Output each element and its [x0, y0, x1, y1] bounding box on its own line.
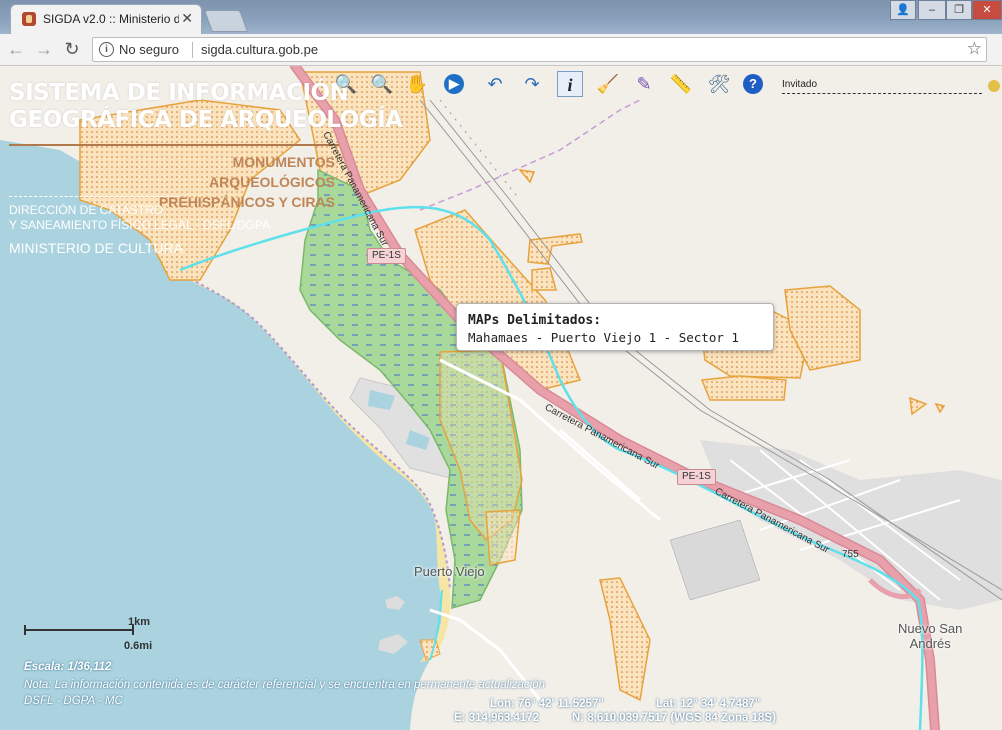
easting-readout: E: 314,963.4172: [454, 712, 540, 724]
help-icon[interactable]: ?: [743, 74, 763, 94]
disclaimer-note: Nota: La información contenida es de car…: [24, 679, 545, 691]
header-divider: [9, 196, 179, 197]
bookmark-star-icon[interactable]: ☆: [967, 39, 982, 59]
back-icon[interactable]: ←: [5, 39, 27, 60]
place-label-nuevo-san-andres: Nuevo San Andrés: [898, 621, 962, 651]
zoom-in-icon[interactable]: 🔍: [333, 71, 359, 97]
security-label[interactable]: No seguro: [119, 42, 179, 57]
redo-icon[interactable]: ↷: [519, 71, 545, 97]
tools-wrench-icon[interactable]: 🛠: [706, 71, 732, 97]
new-tab-button[interactable]: [203, 10, 249, 32]
browser-tab[interactable]: SIGDA v2.0 :: Ministerio de Cultura ✕: [10, 4, 202, 34]
longitude-readout: Lon: 76° 42' 11.5257": [490, 698, 604, 710]
window-close-button[interactable]: ✕: [972, 0, 1002, 20]
popup-title: MAPs Delimitados:: [468, 313, 602, 328]
user-label[interactable]: Invitado: [782, 79, 817, 90]
tab-close-icon[interactable]: ✕: [181, 10, 193, 27]
url-text[interactable]: sigda.cultura.gob.pe: [201, 42, 318, 57]
place-line1: Nuevo San: [898, 621, 963, 636]
credits-label: DSFL - DGPA - MC: [24, 695, 123, 707]
next-extent-icon[interactable]: ▶: [444, 74, 464, 94]
department-line1: DIRECCIÓN DE CATASTRO: [9, 203, 164, 217]
zoom-out-icon[interactable]: 🔍: [369, 71, 395, 97]
place-line2: Andrés: [909, 636, 951, 651]
place-label-puerto-viejo: Puerto Viejo: [414, 564, 485, 579]
profile-button[interactable]: 👤: [890, 0, 916, 20]
app-subtitle-line1: MONUMENTOS ARQUEOLÓGICOS: [208, 154, 335, 190]
undo-icon[interactable]: ↶: [482, 71, 508, 97]
tab-title: SIGDA v2.0 :: Ministerio de Cultura: [43, 12, 179, 26]
popup-text: Mahamaes - Puerto Viejo 1 - Sector 1: [468, 330, 739, 345]
route-number-label: 755: [842, 549, 859, 560]
pan-hand-icon[interactable]: ✋: [404, 71, 430, 97]
maximize-button[interactable]: ❐: [946, 0, 972, 20]
browser-titlebar: SIGDA v2.0 :: Ministerio de Cultura ✕ 👤 …: [0, 0, 1002, 34]
department-line2: Y SANEAMIENTO FÍSICO LEGAL - DSFL/DGPA: [9, 218, 270, 232]
app-title-line2: GEOGRÁFICA DE ARQUEOLOGÍA: [9, 107, 403, 133]
browser-toolbar: ← → ↻ i No seguro sigda.cultura.gob.pe ☆: [0, 34, 1002, 66]
feature-info-popup[interactable]: MAPs Delimitados: Mahamaes - Puerto Viej…: [456, 303, 774, 351]
omnibox-separator: [192, 42, 193, 58]
reload-icon[interactable]: ↻: [61, 39, 83, 60]
ministry-label: MINISTERIO DE CULTURA: [9, 240, 183, 256]
northing-readout: N: 8,610,039.7517 (WGS 84 Zona 18S): [572, 712, 776, 724]
identify-icon[interactable]: i: [557, 71, 583, 97]
address-bar[interactable]: i No seguro sigda.cultura.gob.pe ☆: [92, 37, 987, 62]
site-favicon-icon: [22, 12, 36, 26]
user-icon[interactable]: [988, 80, 1000, 92]
route-shield-pe1s: PE-1S: [677, 469, 716, 485]
clear-brush-icon[interactable]: 🧹: [595, 71, 621, 97]
site-info-icon[interactable]: i: [99, 42, 114, 57]
route-shield-pe1s: PE-1S: [367, 248, 406, 264]
latitude-readout: Lat: 12° 34' 4.7487": [656, 698, 761, 710]
scale-mi-label: 0.6mi: [124, 640, 153, 652]
title-underline: [9, 144, 339, 146]
scale-km-label: 1km: [128, 616, 151, 628]
minimize-button[interactable]: –: [918, 0, 946, 20]
scale-bar: [24, 625, 134, 635]
pencil-draw-icon[interactable]: ✎: [631, 71, 657, 97]
forward-icon[interactable]: →: [33, 39, 55, 60]
measure-ruler-icon[interactable]: 📏: [668, 71, 694, 97]
department-label: DIRECCIÓN DE CATASTRO Y SANEAMIENTO FÍSI…: [9, 203, 270, 233]
user-underline: [782, 93, 982, 94]
scale-ratio-label: Escala: 1/36,112: [24, 661, 112, 673]
